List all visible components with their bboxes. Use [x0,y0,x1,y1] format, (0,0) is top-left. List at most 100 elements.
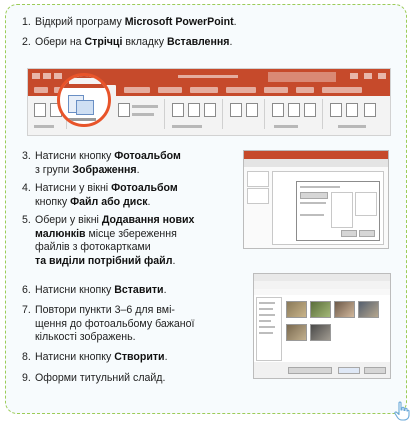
step-text-run: Оформи титульний слайд. [35,372,166,384]
bold-term: Створити [114,351,165,363]
step-text: Оформи титульний слайд. [35,372,165,386]
ribbon-tab [264,87,288,93]
folder-entry [259,314,275,316]
step-text-run: Відкрий програму [35,16,125,28]
step-line: малюнків місце збереження [35,228,194,242]
ribbon-group-divider [164,99,165,129]
window-control-icon [364,73,372,79]
photo-thumbnail [310,301,331,318]
picture-preview [355,192,377,216]
ribbon-command-icon [288,103,300,117]
step-number: 6. [22,284,31,296]
dialog-footer [254,362,390,378]
step-text-run: . [229,36,233,48]
step-text: Обери на Стрічці вкладку Вставлення. [35,36,232,50]
step-line: кнопку Файл або диск. [35,196,178,210]
bold-term: Фотоальбом [111,182,178,194]
folder-entry [259,308,273,310]
dialog-address-bar [254,281,390,289]
ribbon-tab [34,87,48,93]
dialog-text-placeholder [300,202,326,204]
step-text: Обери у вікні Додавання нових малюнків мі… [35,214,194,268]
step-number: 9. [22,372,31,384]
photo-thumbnail [358,301,379,318]
bold-term: та виділи потрібний файл [35,254,173,267]
cancel-button [359,230,375,237]
ribbon-command-icon [34,103,46,117]
photo-album-dialog [296,181,380,241]
ribbon-command-icon [188,103,200,117]
bold-term: Вставлення [166,36,230,48]
step-text-run: Натисни у вікні [35,182,112,194]
photo-album-dialog-screenshot [243,150,389,249]
step-text-run: . [172,254,176,267]
file-name-field [288,367,332,374]
quick-access-icon [43,73,51,79]
step-line: Натисни кнопку Створити. [35,351,168,365]
step-number: 7. [22,304,31,316]
step-line: Натисни у вікні Фотоальбом [35,182,178,196]
step-line: Натисни кнопку Вставити. [35,284,167,298]
insert-button [338,367,360,374]
app-titlebar [244,151,388,159]
ribbon-command-icon [272,103,284,117]
dialog-text-placeholder [300,186,340,188]
magnifier-highlight [57,73,111,127]
photo-album-label-placeholder [66,118,96,121]
step-text: Відкрий програму Microsoft PowerPoint. [35,16,237,30]
step-text-run: щення до фотоальбому бажаної [35,317,195,330]
app-ribbon [244,159,388,167]
cancel-button [364,367,386,374]
bold-term: Вставити [114,284,164,296]
ribbon-group-divider [222,99,223,129]
photo-thumbnail [334,301,355,318]
ribbon-command-icon [246,103,258,117]
photo-thumbnail [286,324,307,341]
ribbon-tab [158,87,182,93]
step-number: 5. [22,214,31,226]
slide-thumbnail [247,188,269,204]
step-number: 1. [22,16,31,28]
step-line: щення до фотоальбому бажаної [35,318,194,332]
hand-pointer-icon [394,401,410,421]
step-text: Натисни у вікні Фотоальбом кнопку Файл аб… [35,182,178,209]
insert-pictures-dialog-screenshot [253,273,391,379]
picture-list [331,192,353,228]
ribbon-command-icon [230,103,242,117]
photo-album-icon [76,100,94,115]
step-number: 8. [22,351,31,363]
ribbon-search-placeholder [268,72,336,82]
ribbon-group-label [172,125,202,128]
ribbon-tab [124,87,150,93]
ribbon-tab [296,87,314,93]
step-line: файлів з фотокартками [35,241,194,255]
step-line: кількості зображень. [35,331,194,345]
bold-term: Фотоальбом [114,150,181,162]
ribbon-command-icon [118,103,130,117]
step-text: Натисни кнопку Фотоальбом з групи Зображе… [35,150,181,177]
bold-term: Файл або диск [70,195,148,208]
folder-entry [259,320,271,322]
photo-thumbnail [286,301,307,318]
step-line: Обери у вікні Додавання нових [35,214,194,228]
ribbon-command-icon [304,103,316,117]
step-line: Повтори пункти 3–6 для вмі- [35,304,194,318]
dialog-toolbar [254,289,390,295]
step-text: Натисни кнопку Створити. [35,351,168,365]
window-control-icon [350,73,358,79]
ribbon-command-icon [204,103,216,117]
step-line: та виділи потрібний файл. [35,255,194,269]
ribbon-tab [226,87,256,93]
ribbon-group-label [274,125,298,128]
folder-tree [256,297,282,361]
folder-entry [259,302,275,304]
insert-tab-zoomed [60,76,108,88]
step-line: з групи Зображення. [35,164,181,178]
ribbon-tab [190,87,218,93]
step-number: 2. [22,36,31,48]
step-text-run: місце збереження [85,227,177,240]
dialog-text-placeholder [300,214,324,216]
bold-term: Стрічці [84,36,123,48]
bold-term: малюнків [35,227,86,240]
ribbon-command-icon [172,103,184,117]
